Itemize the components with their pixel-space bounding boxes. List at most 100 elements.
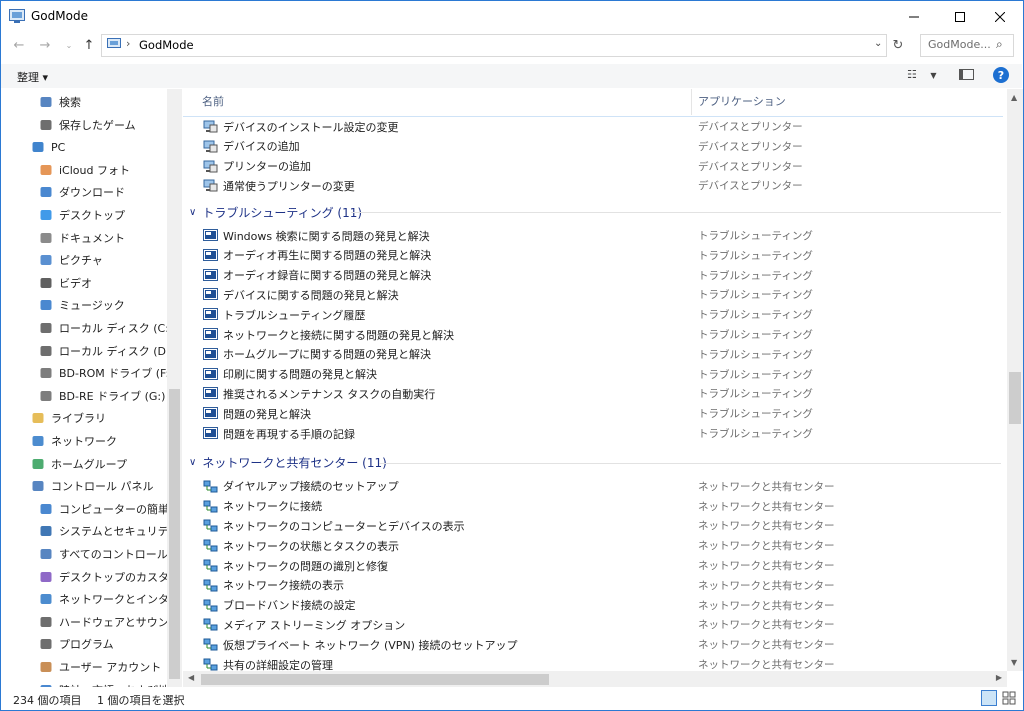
nav-item-label: デスクトップ xyxy=(59,209,125,222)
scroll-left-icon[interactable]: ◀ xyxy=(188,673,194,682)
nav-item[interactable]: ダウンロード xyxy=(39,182,125,202)
list-item[interactable]: ホームグループに関する問題の発見と解決 トラブルシューティング xyxy=(183,345,1003,364)
column-header-application[interactable]: アプリケーション xyxy=(698,93,786,109)
list-item[interactable]: オーディオ録音に関する問題の発見と解決 トラブルシューティング xyxy=(183,266,1003,285)
column-header-name[interactable]: 名前 xyxy=(202,93,224,109)
close-button[interactable] xyxy=(977,2,1023,31)
details-view-toggle[interactable] xyxy=(981,690,997,706)
list-item[interactable]: ネットワーク接続の表示 ネットワークと共有センター xyxy=(183,576,1003,595)
collapse-chevron-icon[interactable]: ∨ xyxy=(189,207,196,218)
list-item[interactable]: Windows 検索に関する問題の発見と解決 トラブルシューティング xyxy=(183,226,1003,245)
preview-pane-icon[interactable] xyxy=(959,69,974,80)
nav-item[interactable]: BD-RE ドライブ (G:) xyxy=(39,386,165,406)
nav-item[interactable]: コンピューターの簡単操作 xyxy=(39,499,181,519)
nav-item[interactable]: 保存したゲーム xyxy=(39,115,136,135)
horizontal-scroll-thumb[interactable] xyxy=(201,674,549,685)
list-item[interactable]: デバイスに関する問題の発見と解決 トラブルシューティング xyxy=(183,285,1003,304)
item-application: ネットワークと共有センター xyxy=(698,659,835,671)
nav-item[interactable]: プログラム xyxy=(39,634,114,654)
list-item[interactable]: 通常使うプリンターの変更 デバイスとプリンター xyxy=(183,176,1003,195)
shield-icon xyxy=(40,526,52,537)
breadcrumb-separator-icon[interactable]: › xyxy=(126,37,130,50)
list-item[interactable]: ネットワークのコンピューターとデバイスの表示 ネットワークと共有センター xyxy=(183,516,1003,535)
list-item[interactable]: ネットワークの状態とタスクの表示 ネットワークと共有センター xyxy=(183,536,1003,555)
up-button[interactable]: ↑ xyxy=(80,36,98,54)
list-item[interactable]: 問題の発見と解決 トラブルシューティング xyxy=(183,404,1003,423)
nav-item[interactable]: iCloud フォト xyxy=(39,160,130,180)
list-item[interactable]: 印刷に関する問題の発見と解決 トラブルシューティング xyxy=(183,365,1003,384)
nav-item[interactable]: ハードウェアとサウンド xyxy=(39,612,180,632)
breadcrumb-godmode[interactable]: GodMode xyxy=(139,38,194,52)
nav-item[interactable]: ユーザー アカウント xyxy=(39,657,161,677)
list-item[interactable]: プリンターの追加 デバイスとプリンター xyxy=(183,157,1003,176)
list-item[interactable]: メディア ストリーミング オプション ネットワークと共有センター xyxy=(183,615,1003,634)
nav-item[interactable]: ネットワーク xyxy=(31,431,117,451)
refresh-button[interactable]: ↻ xyxy=(889,35,907,55)
nav-item[interactable]: システムとセキュリティ xyxy=(39,521,179,541)
nav-item[interactable]: すべてのコントロール パネ xyxy=(39,544,181,564)
horizontal-scrollbar[interactable]: ◀ ▶ xyxy=(183,671,1007,687)
nav-item[interactable]: コントロール パネル xyxy=(31,476,154,496)
list-item[interactable]: 推奨されるメンテナンス タスクの自動実行 トラブルシューティング xyxy=(183,384,1003,403)
organize-button[interactable]: 整理 ▾ xyxy=(17,69,48,85)
group-header[interactable]: ∨ トラブルシューティング (11) xyxy=(189,201,362,223)
nav-item[interactable]: ピクチャ xyxy=(39,250,103,270)
address-dropdown-icon[interactable]: ⌄ xyxy=(874,38,882,49)
nav-item[interactable]: 時計、言語、および地域 xyxy=(39,680,180,687)
forward-button[interactable]: → xyxy=(36,36,54,54)
search-icon[interactable]: ⌕ xyxy=(996,37,1003,52)
list-item[interactable]: デバイスの追加 デバイスとプリンター xyxy=(183,137,1003,156)
file-list[interactable]: ⌃ 名前 アプリケーション デバイスのインストール設定の変更 デバイスとプリンター… xyxy=(183,89,1008,671)
nav-item[interactable]: デスクトップ xyxy=(39,205,125,225)
search-box[interactable]: GodMode... ⌕ xyxy=(920,34,1014,57)
nav-item[interactable]: ローカル ディスク (D:) xyxy=(39,341,174,361)
list-item[interactable]: オーディオ再生に関する問題の発見と解決 トラブルシューティング xyxy=(183,246,1003,265)
column-divider[interactable] xyxy=(691,89,692,115)
nav-item[interactable]: ホームグループ xyxy=(31,454,127,474)
list-item[interactable]: ブロードバンド接続の設定 ネットワークと共有センター xyxy=(183,596,1003,615)
title-bar[interactable]: GodMode xyxy=(1,1,1023,31)
list-item[interactable]: ネットワークに接続 ネットワークと共有センター xyxy=(183,497,1003,516)
large-icons-view-toggle[interactable] xyxy=(1002,691,1016,705)
navigation-pane[interactable]: 検索保存したゲーム PC iCloud フォト ダウンロードデスクトップドキュメントピ… xyxy=(1,89,181,687)
nav-item[interactable]: 検索 xyxy=(39,92,81,112)
view-options-button[interactable]: ☷ ▼ xyxy=(907,68,937,81)
list-item[interactable]: ネットワークの問題の識別と修復 ネットワークと共有センター xyxy=(183,556,1003,575)
collapse-chevron-icon[interactable]: ∨ xyxy=(189,457,196,468)
list-item[interactable]: 問題を再現する手順の記録 トラブルシューティング xyxy=(183,424,1003,443)
item-application: トラブルシューティング xyxy=(698,289,813,302)
scroll-right-icon[interactable]: ▶ xyxy=(996,673,1002,682)
list-item[interactable]: ネットワークと接続に関する問題の発見と解決 トラブルシューティング xyxy=(183,325,1003,344)
list-item[interactable]: ダイヤルアップ接続のセットアップ ネットワークと共有センター xyxy=(183,477,1003,496)
nav-item[interactable]: BD-ROM ドライブ (F:) xyxy=(39,363,174,383)
scroll-down-icon[interactable]: ▼ xyxy=(1011,658,1017,667)
navigation-scrollbar[interactable] xyxy=(167,89,182,687)
nav-item[interactable]: PC xyxy=(31,137,65,157)
nav-item[interactable]: ライブラリ xyxy=(31,408,106,428)
scroll-up-icon[interactable]: ▲ xyxy=(1011,93,1017,102)
nav-item[interactable]: ネットワークとインターネッ xyxy=(39,589,181,609)
network-center-icon xyxy=(203,599,218,612)
nav-item[interactable]: ローカル ディスク (C:) xyxy=(39,318,173,338)
troubleshooting-icon xyxy=(203,347,218,361)
network-center-icon xyxy=(203,539,218,552)
item-name: ネットワークの問題の識別と修復 xyxy=(223,559,388,573)
list-item[interactable]: 共有の詳細設定の管理 ネットワークと共有センター xyxy=(183,655,1003,671)
vertical-scroll-thumb[interactable] xyxy=(1009,372,1021,424)
nav-item[interactable]: デスクトップのカスタマイズ xyxy=(39,567,181,587)
help-button[interactable]: ? xyxy=(993,67,1009,83)
vertical-scrollbar[interactable]: ▲ ▼ xyxy=(1007,89,1023,671)
minimize-button[interactable] xyxy=(891,2,937,31)
nav-item[interactable]: ドキュメント xyxy=(39,228,125,248)
nav-item[interactable]: ビデオ xyxy=(39,273,92,293)
list-item[interactable]: デバイスのインストール設定の変更 デバイスとプリンター xyxy=(183,117,1003,136)
nav-item[interactable]: ミュージック xyxy=(39,295,125,315)
back-button[interactable]: ← xyxy=(10,36,28,54)
list-item[interactable]: トラブルシューティング履歴 トラブルシューティング xyxy=(183,305,1003,324)
recent-locations-button[interactable]: ⌄ xyxy=(60,36,78,54)
list-item[interactable]: 仮想プライベート ネットワーク (VPN) 接続のセットアップ ネットワークと共有… xyxy=(183,635,1003,654)
address-bar[interactable]: › GodMode ⌄ xyxy=(101,34,887,57)
arrow-up-icon: ↑ xyxy=(83,37,95,53)
navigation-scroll-thumb[interactable] xyxy=(169,389,180,679)
group-header[interactable]: ∨ ネットワークと共有センター (11) xyxy=(189,452,387,474)
